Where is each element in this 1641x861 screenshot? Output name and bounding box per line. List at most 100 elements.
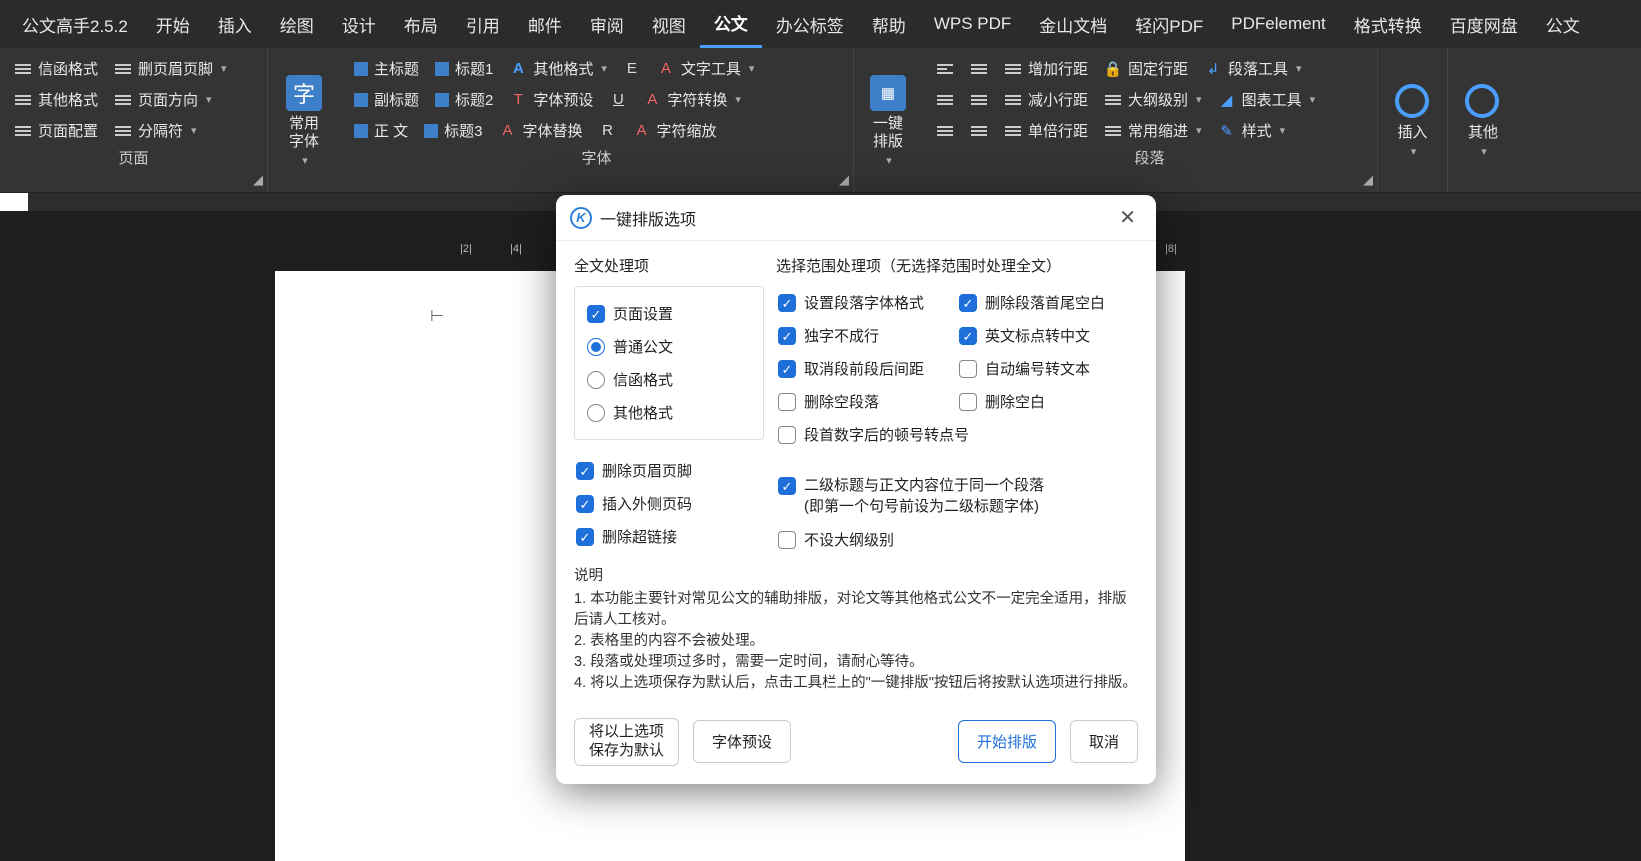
menu-pdfelement[interactable]: PDFelement — [1217, 0, 1339, 48]
menu-gongwen2[interactable]: 公文 — [1532, 0, 1594, 48]
close-button[interactable]: ✕ — [1113, 205, 1142, 230]
menu-convert[interactable]: 格式转换 — [1340, 0, 1436, 48]
rotate-icon: R — [599, 122, 617, 140]
checkbox-icon — [778, 360, 796, 378]
menu-help[interactable]: 帮助 — [858, 0, 920, 48]
dialog-logo-icon: K — [570, 207, 592, 229]
radio-other-format[interactable]: 其他格式 — [585, 396, 753, 429]
btn-h3[interactable]: 标题3 — [418, 116, 488, 145]
menu-jinshan[interactable]: 金山文档 — [1025, 0, 1121, 48]
menu-draw[interactable]: 绘图 — [266, 0, 328, 48]
btn-body[interactable]: 正 文 — [348, 116, 414, 145]
btn-font-preset[interactable]: 字体预设 — [693, 720, 791, 763]
btn-font-replace[interactable]: A字体替换 — [493, 116, 589, 145]
btn-single-line[interactable]: 单倍行距 — [998, 116, 1094, 145]
check-del-header-footer[interactable]: 删除页眉页脚 — [574, 454, 764, 487]
dialog-titlebar: K 一键排版选项 ✕ — [556, 195, 1156, 241]
check-del-blank[interactable]: 删除空白 — [957, 385, 1138, 418]
btn-save-default[interactable]: 将以上选项 保存为默认 — [574, 718, 679, 766]
btn-align-right[interactable] — [930, 87, 960, 113]
check-para-font-format[interactable]: 设置段落字体格式 — [776, 286, 957, 319]
btn-char-convert[interactable]: A字符转换▾ — [637, 85, 747, 114]
dialog-explain: 说明 1. 本功能主要针对常见公文的辅助排版，对论文等其他格式公文不一定完全适用… — [556, 566, 1156, 706]
btn-sub-title[interactable]: 副标题 — [348, 85, 425, 114]
btn-indent[interactable]: 常用缩进▾ — [1098, 116, 1208, 145]
menu-design[interactable]: 设计 — [328, 0, 390, 48]
check-del-hyperlink[interactable]: 删除超链接 — [574, 520, 764, 553]
check-page-setup[interactable]: 页面设置 — [585, 297, 753, 330]
ribbon-btn-onekey-layout[interactable]: ▦ 一键排版▾ — [854, 48, 922, 192]
btn-style[interactable]: ✎样式▾ — [1212, 116, 1292, 145]
check-trim-space[interactable]: 删除段落首尾空白 — [957, 286, 1138, 319]
btn-text-tool[interactable]: A文字工具▾ — [651, 54, 761, 83]
check-single-char-line[interactable]: 独字不成行 — [776, 319, 957, 352]
menu-wpspdf[interactable]: WPS PDF — [920, 0, 1025, 48]
menu-office-tab[interactable]: 办公标签 — [762, 0, 858, 48]
btn-align-vert[interactable] — [964, 118, 994, 144]
menu-lightpdf[interactable]: 轻闪PDF — [1121, 0, 1217, 48]
btn-cancel[interactable]: 取消 — [1070, 720, 1138, 763]
menu-ref[interactable]: 引用 — [452, 0, 514, 48]
btn-start-layout[interactable]: 开始排版 — [958, 720, 1056, 763]
btn-para-tool[interactable]: ↲段落工具▾ — [1198, 54, 1308, 83]
menu-layout[interactable]: 布局 — [390, 0, 452, 48]
group-launcher-icon[interactable]: ◢ — [839, 172, 849, 188]
ribbon-btn-common-font[interactable]: 字 常用字体▾ — [268, 48, 340, 192]
check-del-empty-para[interactable]: 删除空段落 — [776, 385, 957, 418]
btn-align-center[interactable] — [964, 56, 994, 82]
radio-normal-doc[interactable]: 普通公文 — [585, 330, 753, 363]
group-label-page: 页面 — [8, 145, 259, 168]
btn-page-direction[interactable]: 页面方向▾ — [108, 85, 218, 114]
check-subtitle-with-body[interactable]: 二级标题与正文内容位于同一个段落 (即第一个句号前设为二级标题字体) — [776, 469, 1138, 523]
btn-page-config[interactable]: 页面配置 — [8, 116, 104, 145]
check-no-outline[interactable]: 不设大纲级别 — [776, 523, 1138, 556]
menu-baidu[interactable]: 百度网盘 — [1436, 0, 1532, 48]
btn-align-dist[interactable] — [930, 118, 960, 144]
btn-del-header-footer[interactable]: 删页眉页脚▾ — [108, 54, 233, 83]
ribbon-group-font: 主标题 标题1 A其他格式▾ E A文字工具▾ 副标题 标题2 T字体预设 U … — [340, 48, 854, 192]
checkbox-icon — [959, 360, 977, 378]
btn-align-justify[interactable] — [964, 87, 994, 113]
btn-separator[interactable]: 分隔符▾ — [108, 116, 203, 145]
radio-letter-format[interactable]: 信函格式 — [585, 363, 753, 396]
btn-chart-tool[interactable]: ◢图表工具▾ — [1212, 85, 1322, 114]
menu-view[interactable]: 视图 — [638, 0, 700, 48]
btn-h2[interactable]: 标题2 — [429, 85, 499, 114]
menu-mail[interactable]: 邮件 — [514, 0, 576, 48]
chevron-down-icon: ▾ — [206, 93, 212, 106]
ruler-corner — [0, 193, 28, 211]
btn-main-title[interactable]: 主标题 — [348, 54, 425, 83]
check-auto-number-text[interactable]: 自动编号转文本 — [957, 352, 1138, 385]
btn-underline[interactable]: U — [603, 87, 633, 113]
menu-gongwen[interactable]: 公文 — [700, 0, 762, 48]
btn-h1[interactable]: 标题1 — [429, 54, 499, 83]
btn-other-format[interactable]: 其他格式 — [8, 85, 104, 114]
btn-fix-line[interactable]: 🔒固定行距 — [1098, 54, 1194, 83]
ribbon-btn-other[interactable]: 其他▾ — [1448, 48, 1518, 192]
btn-rotate[interactable]: R — [593, 118, 623, 144]
chart-icon: ◢ — [1218, 91, 1236, 109]
btn-font-other[interactable]: A其他格式▾ — [503, 54, 613, 83]
check-comma-to-dot[interactable]: 段首数字后的顿号转点号 — [776, 418, 1138, 451]
btn-letter-format[interactable]: 信函格式 — [8, 54, 104, 83]
btn-font-preset[interactable]: T字体预设 — [503, 85, 599, 114]
check-cancel-spacing[interactable]: 取消段前段后间距 — [776, 352, 957, 385]
btn-inc-line[interactable]: 增加行距 — [998, 54, 1094, 83]
style-icon: ✎ — [1218, 122, 1236, 140]
btn-outline[interactable]: 大纲级别▾ — [1098, 85, 1208, 114]
group-launcher-icon[interactable]: ◢ — [253, 172, 263, 188]
chevron-down-icon: ▾ — [1481, 146, 1487, 158]
menu-start[interactable]: 开始 — [142, 0, 204, 48]
menu-review[interactable]: 审阅 — [576, 0, 638, 48]
check-punct-convert[interactable]: 英文标点转中文 — [957, 319, 1138, 352]
menu-insert[interactable]: 插入 — [204, 0, 266, 48]
btn-align-left[interactable] — [930, 56, 960, 82]
checkbox-icon — [959, 327, 977, 345]
group-launcher-icon[interactable]: ◢ — [1363, 172, 1373, 188]
btn-emphasis[interactable]: E — [617, 56, 647, 82]
char-zoom-icon: A — [633, 122, 651, 140]
btn-dec-line[interactable]: 减小行距 — [998, 85, 1094, 114]
btn-char-zoom[interactable]: A字符缩放 — [627, 116, 723, 145]
check-insert-page-number[interactable]: 插入外侧页码 — [574, 487, 764, 520]
ribbon-btn-insert[interactable]: 插入▾ — [1378, 48, 1448, 192]
